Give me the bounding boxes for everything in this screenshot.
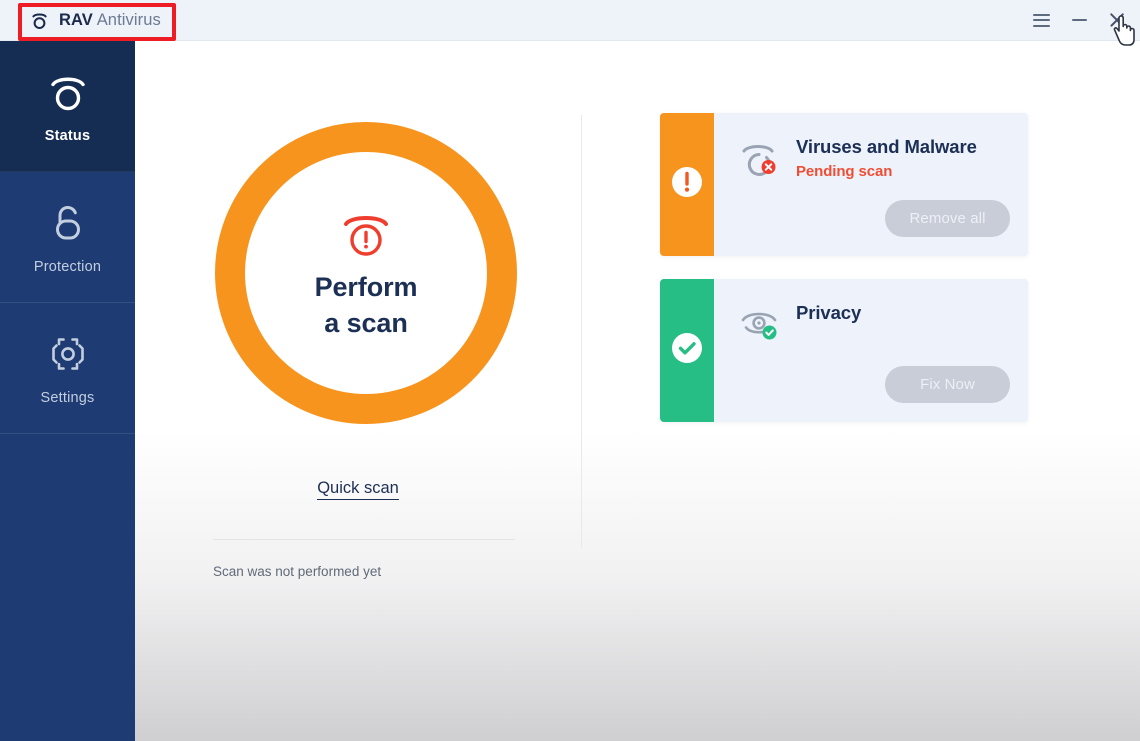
card-body-viruses: Viruses and Malware Pending scan Remove … — [714, 113, 1028, 256]
quick-scan-link[interactable]: Quick scan — [317, 479, 399, 500]
sidebar-item-status-label: Status — [44, 127, 91, 144]
sidebar-item-status[interactable]: Status — [0, 41, 135, 172]
card-viruses-and-malware[interactable]: Viruses and Malware Pending scan Remove … — [660, 113, 1028, 256]
card-title-privacy: Privacy — [796, 302, 862, 323]
sidebar-item-settings-label: Settings — [40, 389, 95, 406]
rav-antivirus-window: RAV Antivirus Status Protection Settings… — [0, 0, 1140, 741]
rav-status-icon — [45, 69, 91, 115]
card-accent-warning — [660, 113, 714, 256]
brand-light: Antivirus — [96, 11, 161, 30]
app-brand: RAV Antivirus — [29, 0, 161, 40]
card-head-viruses: Viruses and Malware Pending scan — [738, 135, 1008, 180]
card-subtitle-viruses: Pending scan — [796, 163, 893, 181]
close-glyph — [1109, 12, 1125, 28]
sidebar-item-protection-label: Protection — [33, 258, 102, 275]
exclamation-badge-icon — [670, 165, 704, 204]
sidebar: Status Protection Settings — [0, 41, 135, 741]
scan-status-text: Scan was not performed yet — [213, 564, 382, 579]
main-content: Perform a scan Quick scan Scan was not p… — [135, 41, 1140, 741]
check-badge-icon — [670, 331, 704, 370]
perform-scan-line1: Perform — [314, 271, 418, 302]
alert-exclamation-icon — [337, 205, 395, 263]
sidebar-item-protection[interactable]: Protection — [0, 172, 135, 303]
card-text-viruses: Viruses and Malware Pending scan — [796, 135, 977, 180]
app-title: RAV Antivirus — [59, 11, 161, 29]
card-head-privacy: Privacy — [738, 301, 1008, 345]
rav-logo-icon — [29, 10, 50, 31]
close-icon[interactable] — [1106, 9, 1128, 31]
privacy-eye-icon — [738, 303, 780, 345]
title-bar: RAV Antivirus — [0, 0, 1140, 41]
remove-all-button[interactable]: Remove all — [885, 200, 1010, 237]
card-privacy[interactable]: Privacy Fix Now — [660, 279, 1028, 422]
sidebar-empty-space — [0, 434, 135, 741]
card-title-viruses: Viruses and Malware — [796, 136, 977, 157]
hamburger-glyph — [1032, 13, 1050, 27]
quick-scan-link-wrap: Quick scan — [135, 479, 581, 500]
gear-icon — [45, 331, 91, 377]
minimize-icon[interactable] — [1068, 9, 1090, 31]
card-body-privacy: Privacy Fix Now — [714, 279, 1028, 422]
panel-divider — [581, 115, 582, 548]
card-text-privacy: Privacy — [796, 301, 861, 324]
status-cards: Viruses and Malware Pending scan Remove … — [660, 113, 1028, 445]
scan-panel: Perform a scan Quick scan Scan was not p… — [135, 41, 581, 579]
window-controls — [1030, 0, 1128, 40]
minimize-glyph — [1071, 19, 1087, 21]
perform-scan-button[interactable]: Perform a scan — [215, 122, 517, 424]
card-accent-ok — [660, 279, 714, 422]
hamburger-menu-icon[interactable] — [1030, 9, 1052, 31]
perform-scan-label: Perform a scan — [315, 269, 418, 341]
sidebar-item-settings[interactable]: Settings — [0, 303, 135, 434]
brand-bold: RAV — [59, 11, 93, 30]
virus-scan-icon — [738, 137, 780, 179]
fix-now-button[interactable]: Fix Now — [885, 366, 1010, 403]
perform-scan-line2: a scan — [324, 308, 408, 338]
unlock-shield-icon — [45, 200, 91, 246]
